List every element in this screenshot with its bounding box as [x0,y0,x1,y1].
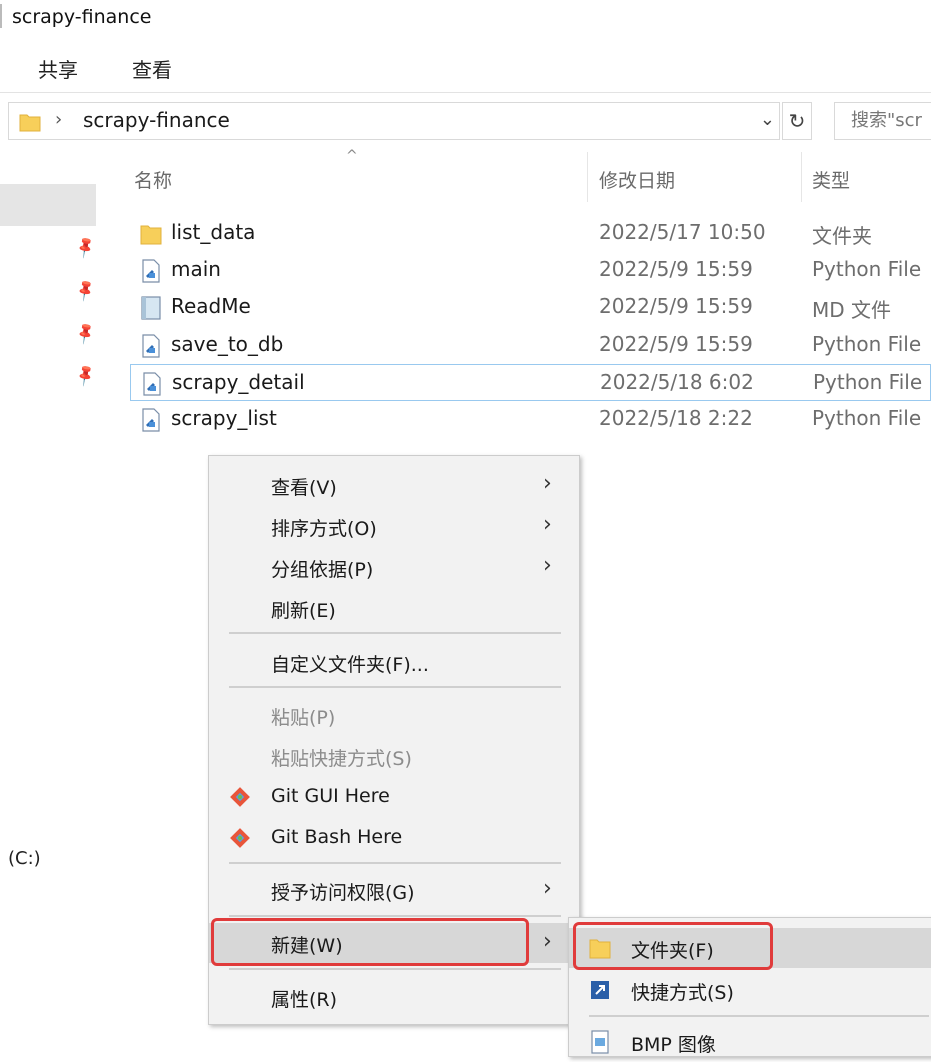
menu-item-group[interactable]: 分组依据(P) › [209,547,579,587]
address-bar[interactable]: › scrapy-finance ⌄ [8,102,780,140]
menu-separator [229,686,561,688]
new-submenu: 文件夹(F) 快捷方式(S) BMP 图像 [568,917,931,1057]
menu-item-paste[interactable]: 粘贴(P) [209,695,579,735]
markdown-file-icon [141,296,161,320]
file-name: main [171,257,221,281]
menu-item-label: 粘贴(P) [271,707,336,729]
ribbon-divider [0,92,931,93]
python-file-icon [142,259,160,283]
menu-item-label: Git Bash Here [271,826,403,848]
submenu-item-shortcut[interactable]: 快捷方式(S) [569,970,931,1010]
menu-separator [229,968,561,970]
file-name: scrapy_detail [172,370,305,394]
menu-item-customize[interactable]: 自定义文件夹(F)... [209,642,579,682]
python-file-icon [142,408,160,432]
file-type: MD 文件 [812,298,892,322]
nav-selected-item[interactable] [0,184,96,226]
menu-item-git-gui[interactable]: Git GUI Here [209,777,579,817]
menu-item-label: 查看(V) [271,477,337,499]
window-edge [0,4,2,28]
file-date: 2022/5/9 15:59 [599,294,753,318]
image-file-icon [591,1030,609,1054]
chevron-right-icon: › [543,553,552,578]
column-divider[interactable] [801,152,802,202]
chevron-right-icon: › [543,929,552,954]
breadcrumb-path[interactable]: scrapy-finance [83,108,230,132]
menu-item-give-access[interactable]: 授予访问权限(G) › [209,870,579,910]
chevron-down-icon[interactable]: ⌄ [760,109,775,130]
menu-item-git-bash[interactable]: Git Bash Here [209,818,579,858]
sort-ascending-icon: ^ [346,148,358,164]
menu-separator [229,915,561,917]
file-row[interactable]: scrapy_list 2022/5/18 2:22 Python File [130,401,931,438]
menu-separator [229,862,561,864]
menu-item-paste-shortcut[interactable]: 粘贴快捷方式(S) [209,736,579,776]
file-name: list_data [171,220,256,244]
file-date: 2022/5/18 6:02 [600,370,754,394]
chevron-right-icon: › [543,876,552,901]
column-header-name[interactable]: 名称 [134,166,172,193]
nav-drive-c[interactable]: (C:) [8,848,41,869]
submenu-item-label: BMP 图像 [631,1034,716,1056]
file-row[interactable]: list_data 2022/5/17 10:50 文件夹 [130,215,931,252]
column-header-type[interactable]: 类型 [812,166,850,193]
file-type: Python File [812,257,922,281]
ribbon-tab-share[interactable]: 共享 [38,54,78,83]
file-row[interactable]: save_to_db 2022/5/9 15:59 Python File [130,327,931,364]
chevron-right-icon: › [543,471,552,496]
highlight-box [573,922,773,970]
python-file-icon [143,372,161,396]
refresh-button[interactable]: ↻ [782,102,812,140]
file-name: scrapy_list [171,406,277,430]
file-name: save_to_db [171,332,284,356]
shortcut-icon [591,981,609,999]
menu-separator [229,632,561,634]
file-date: 2022/5/17 10:50 [599,220,766,244]
menu-item-label: 分组依据(P) [271,559,374,581]
column-header-date[interactable]: 修改日期 [599,166,675,193]
file-type: Python File [812,332,922,356]
file-type: Python File [813,370,923,394]
file-type: Python File [812,406,922,430]
file-date: 2022/5/18 2:22 [599,406,753,430]
file-type: 文件夹 [812,224,872,248]
menu-item-refresh[interactable]: 刷新(E) [209,588,579,628]
menu-item-label: Git GUI Here [271,785,390,807]
menu-item-label: 授予访问权限(G) [271,882,415,904]
menu-item-label: 粘贴快捷方式(S) [271,748,412,770]
menu-item-label: 排序方式(O) [271,518,377,540]
folder-icon [19,114,41,132]
chevron-right-icon: › [543,512,552,537]
pin-icon: 📌 [72,234,99,260]
python-file-icon [142,334,160,358]
submenu-item-bmp[interactable]: BMP 图像 [569,1022,931,1062]
pin-icon: 📌 [72,320,99,346]
menu-item-label: 刷新(E) [271,600,336,622]
context-menu: 查看(V) › 排序方式(O) › 分组依据(P) › 刷新(E) 自定义文件夹… [208,455,580,1025]
menu-item-view[interactable]: 查看(V) › [209,465,579,505]
file-name: ReadMe [171,294,251,318]
highlight-box [211,918,529,966]
column-divider[interactable] [587,152,588,202]
menu-item-properties[interactable]: 属性(R) [209,977,579,1017]
submenu-item-label: 快捷方式(S) [631,982,734,1004]
breadcrumb-chevron-icon[interactable]: › [55,109,62,130]
file-row[interactable]: main 2022/5/9 15:59 Python File [130,252,931,289]
menu-item-label: 自定义文件夹(F)... [271,654,429,676]
window-title: scrapy-finance [12,6,152,28]
search-input[interactable]: 搜索"scr [834,102,931,140]
file-date: 2022/5/9 15:59 [599,332,753,356]
folder-icon [140,225,162,245]
file-row[interactable]: ReadMe 2022/5/9 15:59 MD 文件 [130,289,931,326]
ribbon-tab-view[interactable]: 查看 [132,54,172,83]
file-row-selected[interactable]: scrapy_detail 2022/5/18 6:02 Python File [130,364,931,401]
git-icon [230,828,250,848]
menu-separator [589,1015,929,1017]
git-icon [230,787,250,807]
menu-item-sort[interactable]: 排序方式(O) › [209,506,579,546]
menu-item-label: 属性(R) [271,989,338,1011]
pin-icon: 📌 [72,362,99,388]
pin-icon: 📌 [72,277,99,303]
file-date: 2022/5/9 15:59 [599,257,753,281]
